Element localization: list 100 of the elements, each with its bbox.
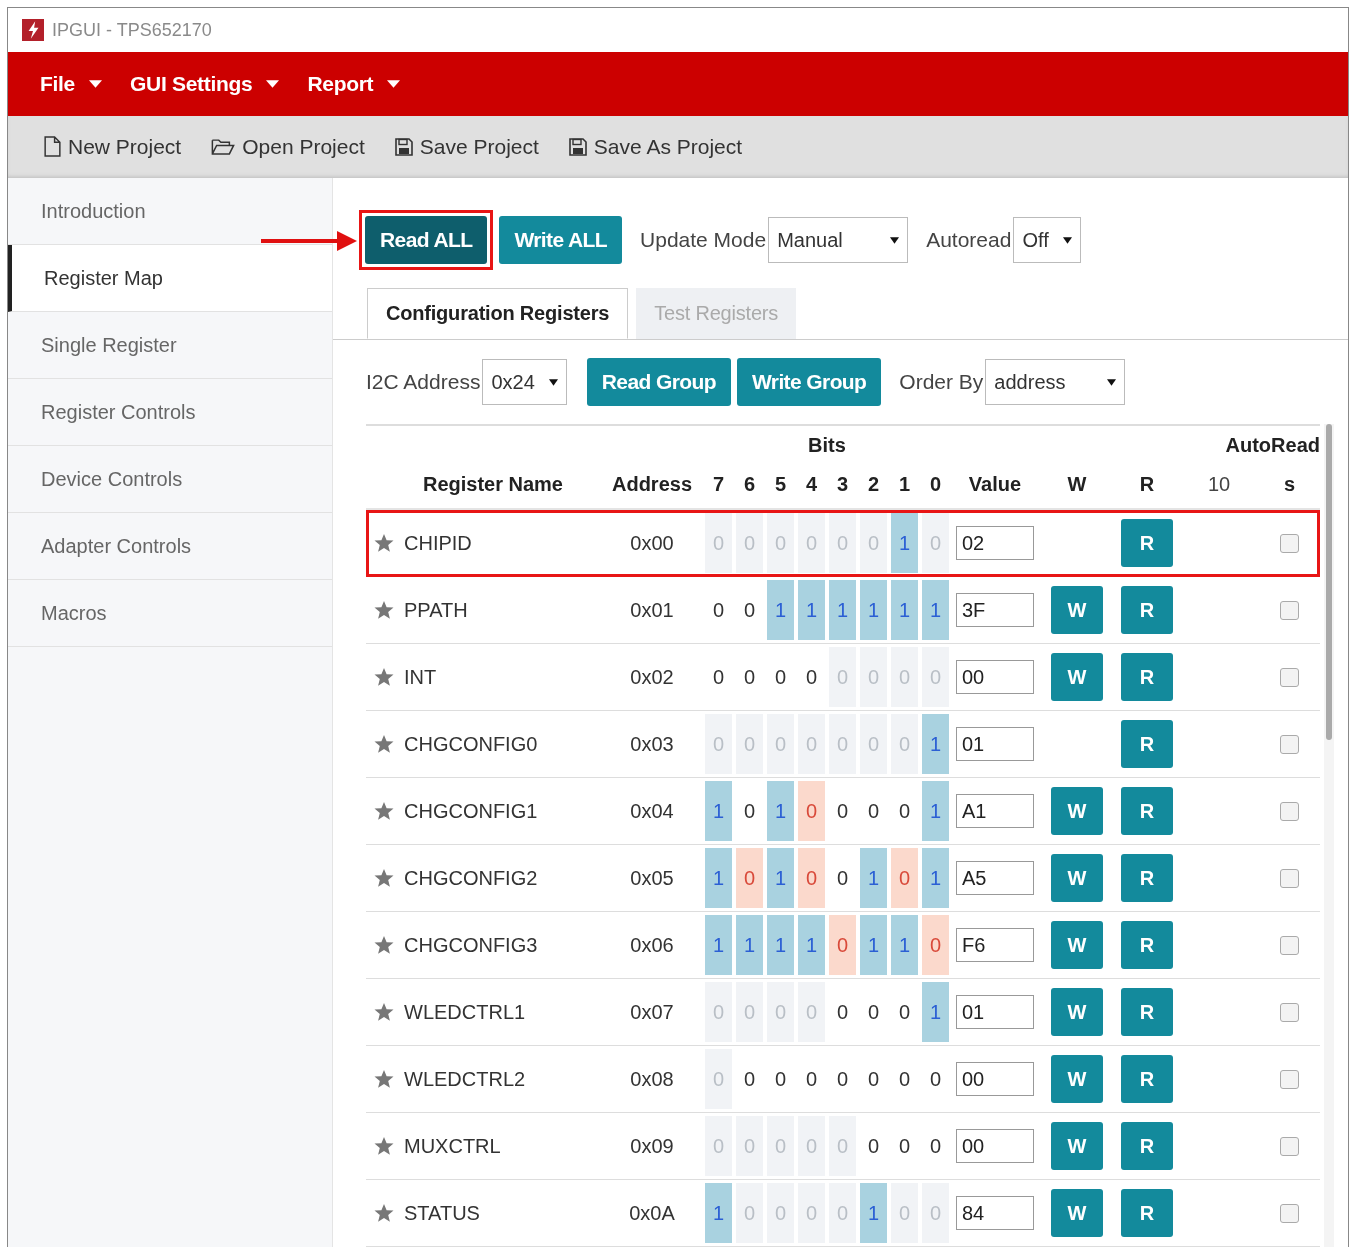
value-field[interactable]: 00 xyxy=(956,1129,1034,1163)
star-icon[interactable] xyxy=(374,600,394,620)
autoread-checkbox[interactable] xyxy=(1280,600,1299,620)
write-group-button[interactable]: Write Group xyxy=(736,358,882,406)
bit-cell[interactable]: 0 xyxy=(767,647,794,707)
bit-cell[interactable]: 0 xyxy=(891,982,918,1042)
bit-cell[interactable]: 0 xyxy=(922,1116,949,1176)
read-button[interactable]: R xyxy=(1121,1055,1173,1103)
bit-cell[interactable]: 0 xyxy=(798,781,825,841)
bit-cell[interactable]: 1 xyxy=(922,580,949,640)
star-icon[interactable] xyxy=(374,533,394,553)
autoread-checkbox[interactable] xyxy=(1280,533,1299,553)
value-field[interactable]: 3F xyxy=(956,593,1034,627)
bit-cell[interactable]: 0 xyxy=(736,647,763,707)
bit-cell[interactable]: 1 xyxy=(736,915,763,975)
toolbar-button[interactable]: Save As Project xyxy=(560,130,751,163)
bit-cell[interactable]: 1 xyxy=(798,580,825,640)
star-icon[interactable] xyxy=(374,1002,394,1022)
scrollbar-thumb[interactable] xyxy=(1326,424,1332,740)
bit-cell[interactable]: 0 xyxy=(705,647,732,707)
bit-cell[interactable]: 0 xyxy=(798,848,825,908)
bit-cell[interactable]: 1 xyxy=(860,580,887,640)
value-field[interactable]: A1 xyxy=(956,794,1034,828)
autoread-checkbox[interactable] xyxy=(1280,1203,1299,1223)
sidebar-item[interactable]: Single Register xyxy=(8,312,332,379)
bit-cell[interactable]: 0 xyxy=(829,848,856,908)
read-group-button[interactable]: Read Group xyxy=(586,358,731,406)
sidebar-item[interactable]: Register Controls xyxy=(8,379,332,446)
read-button[interactable]: R xyxy=(1121,720,1173,768)
bit-cell[interactable]: 1 xyxy=(922,781,949,841)
toolbar-button[interactable]: Open Project xyxy=(203,130,373,163)
bit-cell[interactable]: 0 xyxy=(767,1049,794,1109)
star-icon[interactable] xyxy=(374,1203,394,1223)
order-by-dropdown[interactable]: address xyxy=(985,359,1126,405)
bit-cell[interactable]: 1 xyxy=(922,848,949,908)
bit-cell[interactable]: 0 xyxy=(736,848,763,908)
autoread-dropdown[interactable]: Off xyxy=(1013,217,1081,263)
write-button[interactable]: W xyxy=(1051,653,1103,701)
read-button[interactable]: R xyxy=(1121,921,1173,969)
read-all-button[interactable]: Read ALL xyxy=(365,216,488,264)
read-button[interactable]: R xyxy=(1121,988,1173,1036)
autoread-checkbox[interactable] xyxy=(1280,1002,1299,1022)
write-button[interactable]: W xyxy=(1051,586,1103,634)
autoread-checkbox[interactable] xyxy=(1280,801,1299,821)
bit-cell[interactable]: 1 xyxy=(922,714,949,774)
read-button[interactable]: R xyxy=(1121,519,1173,567)
menu-item[interactable]: File xyxy=(30,65,112,102)
bit-cell[interactable]: 1 xyxy=(767,580,794,640)
read-button[interactable]: R xyxy=(1121,854,1173,902)
value-field[interactable]: 02 xyxy=(956,526,1034,560)
autoread-checkbox[interactable] xyxy=(1280,868,1299,888)
update-mode-dropdown[interactable]: Manual xyxy=(768,217,909,263)
bit-cell[interactable]: 0 xyxy=(736,580,763,640)
star-icon[interactable] xyxy=(374,1069,394,1089)
autoread-checkbox[interactable] xyxy=(1280,667,1299,687)
value-field[interactable]: 84 xyxy=(956,1196,1034,1230)
read-button[interactable]: R xyxy=(1121,653,1173,701)
menu-item[interactable]: Report xyxy=(297,65,411,102)
write-button[interactable]: W xyxy=(1051,921,1103,969)
tab[interactable]: Test Registers xyxy=(636,288,797,339)
bit-cell[interactable]: 0 xyxy=(798,647,825,707)
bit-cell[interactable]: 0 xyxy=(829,915,856,975)
write-button[interactable]: W xyxy=(1051,854,1103,902)
read-button[interactable]: R xyxy=(1121,1189,1173,1237)
bit-cell[interactable]: 1 xyxy=(891,580,918,640)
bit-cell[interactable]: 0 xyxy=(705,580,732,640)
value-field[interactable]: 00 xyxy=(956,660,1034,694)
value-field[interactable]: 01 xyxy=(956,995,1034,1029)
bit-cell[interactable]: 0 xyxy=(829,1049,856,1109)
sidebar-item[interactable]: Register Map xyxy=(8,245,332,312)
i2c-address-dropdown[interactable]: 0x24 xyxy=(482,359,567,405)
bit-cell[interactable]: 1 xyxy=(922,982,949,1042)
write-button[interactable]: W xyxy=(1051,1189,1103,1237)
bit-cell[interactable]: 1 xyxy=(767,915,794,975)
bit-cell[interactable]: 1 xyxy=(705,915,732,975)
autoread-checkbox[interactable] xyxy=(1280,1069,1299,1089)
value-field[interactable]: A5 xyxy=(956,861,1034,895)
bit-cell[interactable]: 1 xyxy=(829,580,856,640)
bit-cell[interactable]: 0 xyxy=(860,1049,887,1109)
star-icon[interactable] xyxy=(374,935,394,955)
star-icon[interactable] xyxy=(374,734,394,754)
value-field[interactable]: F6 xyxy=(956,928,1034,962)
star-icon[interactable] xyxy=(374,1136,394,1156)
read-button[interactable]: R xyxy=(1121,787,1173,835)
autoread-checkbox[interactable] xyxy=(1280,935,1299,955)
write-button[interactable]: W xyxy=(1051,1122,1103,1170)
bit-cell[interactable]: 1 xyxy=(891,513,918,573)
bit-cell[interactable]: 1 xyxy=(767,848,794,908)
bit-cell[interactable]: 0 xyxy=(736,781,763,841)
bit-cell[interactable]: 0 xyxy=(891,848,918,908)
bit-cell[interactable]: 0 xyxy=(891,781,918,841)
bit-cell[interactable]: 1 xyxy=(705,1183,732,1243)
bit-cell[interactable]: 0 xyxy=(829,982,856,1042)
bit-cell[interactable]: 1 xyxy=(705,848,732,908)
bit-cell[interactable]: 1 xyxy=(798,915,825,975)
autoread-checkbox[interactable] xyxy=(1280,734,1299,754)
bit-cell[interactable]: 0 xyxy=(922,915,949,975)
sidebar-item[interactable]: Device Controls xyxy=(8,446,332,513)
value-field[interactable]: 01 xyxy=(956,727,1034,761)
sidebar-item[interactable]: Adapter Controls xyxy=(8,513,332,580)
